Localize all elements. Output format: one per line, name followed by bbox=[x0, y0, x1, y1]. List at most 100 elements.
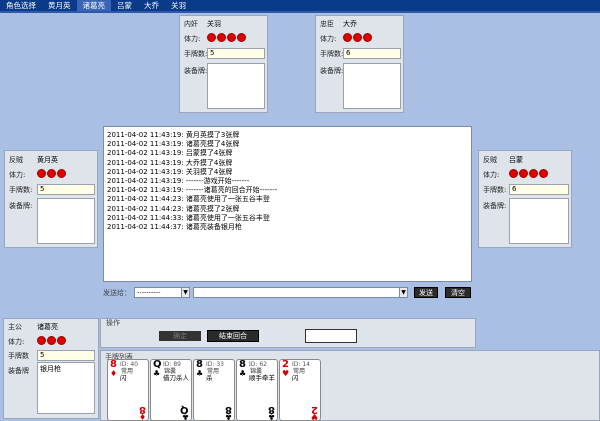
hp-indicator bbox=[509, 169, 548, 178]
tab-zhugeliang[interactable]: 诸葛亮 bbox=[76, 0, 111, 11]
card-suit-icon: ♣ bbox=[153, 369, 161, 378]
hand-count-field: 5 bbox=[37, 350, 95, 361]
hp-label: 体力: bbox=[320, 35, 337, 43]
player-role: 主公 bbox=[8, 323, 22, 331]
player-role: 反贼 bbox=[9, 156, 23, 164]
hand-card[interactable]: Q ♣ ID: 89 锦囊 借刀杀人 Q ♣ bbox=[150, 359, 192, 421]
card-suit-bottom-icon: ♥ bbox=[310, 412, 318, 421]
equip-area bbox=[207, 63, 265, 109]
tab-huangyueying[interactable]: 黄月英 bbox=[42, 0, 77, 11]
player-role: 反贼 bbox=[483, 156, 497, 164]
card-name: 借刀杀人 bbox=[163, 374, 189, 382]
operation-title: 操作 bbox=[106, 319, 120, 327]
hp-indicator bbox=[343, 33, 372, 42]
tab-guanyu[interactable]: 关羽 bbox=[165, 0, 192, 11]
card-suit-icon: ♦ bbox=[110, 369, 118, 378]
hp-label: 体力: bbox=[8, 338, 25, 346]
send-to-label: 发送给： bbox=[103, 289, 131, 297]
clear-button[interactable]: 清空 bbox=[445, 287, 471, 298]
log-line: 2011-04-02 11:43:19: 黄月英摸了3张牌 bbox=[107, 131, 240, 139]
tab-lvmeng[interactable]: 吕蒙 bbox=[111, 0, 138, 11]
hp-heart-icon bbox=[207, 33, 216, 42]
log-line: 2011-04-02 11:43:19: -------游戏开始------- bbox=[107, 177, 250, 186]
card-suit-icon: ♣ bbox=[239, 369, 247, 378]
hand-count-label: 手牌数: bbox=[320, 50, 344, 58]
send-button[interactable]: 发送 bbox=[414, 287, 438, 298]
card-id: ID: 89 bbox=[163, 361, 181, 368]
hand-card[interactable]: 2 ♥ ID: 14 常用闪 2 ♥ bbox=[279, 359, 321, 421]
hp-heart-icon bbox=[37, 169, 46, 178]
operation-panel: 操作 确定 结束回合 bbox=[100, 318, 476, 348]
equipped-item[interactable]: 银月枪 bbox=[40, 364, 92, 374]
confirm-button-disabled: 确定 bbox=[159, 331, 201, 341]
send-target-select[interactable]: ---------- bbox=[134, 287, 184, 298]
card-name: 闪 bbox=[292, 374, 299, 382]
top-tab-bar: 角色选择 黄月英 诸葛亮 吕蒙 大乔 关羽 bbox=[0, 0, 600, 11]
equip-area bbox=[509, 198, 569, 244]
equip-label: 装备牌 bbox=[8, 367, 29, 375]
player-name: 大乔 bbox=[343, 20, 357, 28]
hp-heart-icon bbox=[343, 33, 352, 42]
player-panel-top-right: 忠臣 大乔 体力: 手牌数: 6 装备牌: bbox=[315, 15, 404, 113]
card-suit-bottom-icon: ♦ bbox=[138, 412, 146, 421]
hand-count-field: 6 bbox=[343, 48, 401, 59]
player-panel-top-left: 内奸 关羽 体力: 手牌数: 5 装备牌: bbox=[179, 15, 268, 113]
send-bar: 发送给： ---------- ▼ ▼ 发送 清空 bbox=[103, 287, 472, 299]
hand-count-field: 5 bbox=[207, 48, 265, 59]
hp-heart-icon bbox=[47, 169, 56, 178]
hand-card[interactable]: 8 ♣ ID: 33 常用杀 8 ♣ bbox=[193, 359, 235, 421]
card-suit-bottom-icon: ♣ bbox=[181, 412, 189, 421]
game-log[interactable]: 2011-04-02 11:43:19: 黄月英摸了3张牌 2011-04-02… bbox=[103, 126, 472, 282]
card-name: 闪 bbox=[120, 374, 127, 382]
equip-area bbox=[343, 63, 401, 109]
hp-heart-icon bbox=[353, 33, 362, 42]
chevron-down-icon[interactable]: ▼ bbox=[399, 287, 408, 298]
hand-count-label: 手牌数 bbox=[8, 352, 29, 360]
hand-count-field: 6 bbox=[509, 184, 569, 195]
card-id: ID: 40 bbox=[120, 361, 138, 368]
operation-input[interactable] bbox=[305, 329, 357, 343]
player-panel-right: 反贼 吕蒙 体力: 手牌数: 6 装备牌: bbox=[478, 150, 572, 248]
hp-heart-icon bbox=[519, 169, 528, 178]
hand-count-label: 手牌数: bbox=[184, 50, 208, 58]
card-name: 杀 bbox=[206, 374, 213, 382]
hand-count-field: 5 bbox=[37, 184, 95, 195]
card-id: ID: 33 bbox=[206, 361, 224, 368]
hand-count-label: 手牌数: bbox=[483, 186, 507, 194]
card-suit-icon: ♥ bbox=[282, 369, 290, 378]
hand-card[interactable]: 8 ♣ ID: 62 锦囊 顺手牵羊 8 ♣ bbox=[236, 359, 278, 421]
hand-card[interactable]: 8 ♦ ID: 40 常用闪 8 ♦ bbox=[107, 359, 149, 421]
hp-indicator bbox=[37, 169, 66, 178]
player-panel-left: 反贼 黄月英 体力: 手牌数: 5 装备牌: bbox=[4, 150, 98, 248]
hp-heart-icon bbox=[237, 33, 246, 42]
tab-role-select[interactable]: 角色选择 bbox=[0, 0, 42, 11]
player-role: 忠臣 bbox=[320, 20, 334, 28]
log-line: 2011-04-02 11:43:19: 关羽摸了4张牌 bbox=[107, 167, 233, 176]
hp-heart-icon bbox=[529, 169, 538, 178]
hp-heart-icon bbox=[227, 33, 236, 42]
hp-label: 体力: bbox=[9, 171, 26, 179]
equip-label: 装备牌: bbox=[483, 202, 507, 210]
card-suit-bottom-icon: ♣ bbox=[224, 412, 232, 421]
equip-label: 装备牌: bbox=[9, 202, 33, 210]
hp-heart-icon bbox=[37, 336, 46, 345]
player-name: 吕蒙 bbox=[509, 156, 523, 164]
card-suit-bottom-icon: ♣ bbox=[267, 412, 275, 421]
player-panel-self: 主公 诸葛亮 体力: 手牌数 5 装备牌 银月枪 bbox=[3, 318, 99, 419]
player-role: 内奸 bbox=[184, 20, 198, 28]
message-input[interactable] bbox=[193, 287, 408, 298]
hp-heart-icon bbox=[539, 169, 548, 178]
equip-label: 装备牌: bbox=[184, 67, 208, 75]
end-turn-button[interactable]: 结束回合 bbox=[207, 330, 259, 342]
hp-heart-icon bbox=[57, 336, 66, 345]
log-line: 2011-04-02 11:44:23: 诸葛亮摸了2张牌 bbox=[107, 204, 240, 213]
hp-label: 体力: bbox=[184, 35, 201, 43]
log-line: 2011-04-02 11:44:37: 诸葛亮装备银月枪 bbox=[107, 223, 242, 232]
player-name: 关羽 bbox=[207, 20, 221, 28]
chevron-down-icon[interactable]: ▼ bbox=[181, 287, 190, 298]
log-line: 2011-04-02 11:43:19: 吕蒙摸了4张牌 bbox=[107, 149, 233, 158]
card-name: 顺手牵羊 bbox=[249, 374, 275, 382]
tab-daqiao[interactable]: 大乔 bbox=[138, 0, 165, 11]
log-line: 2011-04-02 11:44:23: 诸葛亮使用了一张五谷丰登 bbox=[107, 195, 270, 204]
card-id: ID: 14 bbox=[292, 361, 310, 368]
